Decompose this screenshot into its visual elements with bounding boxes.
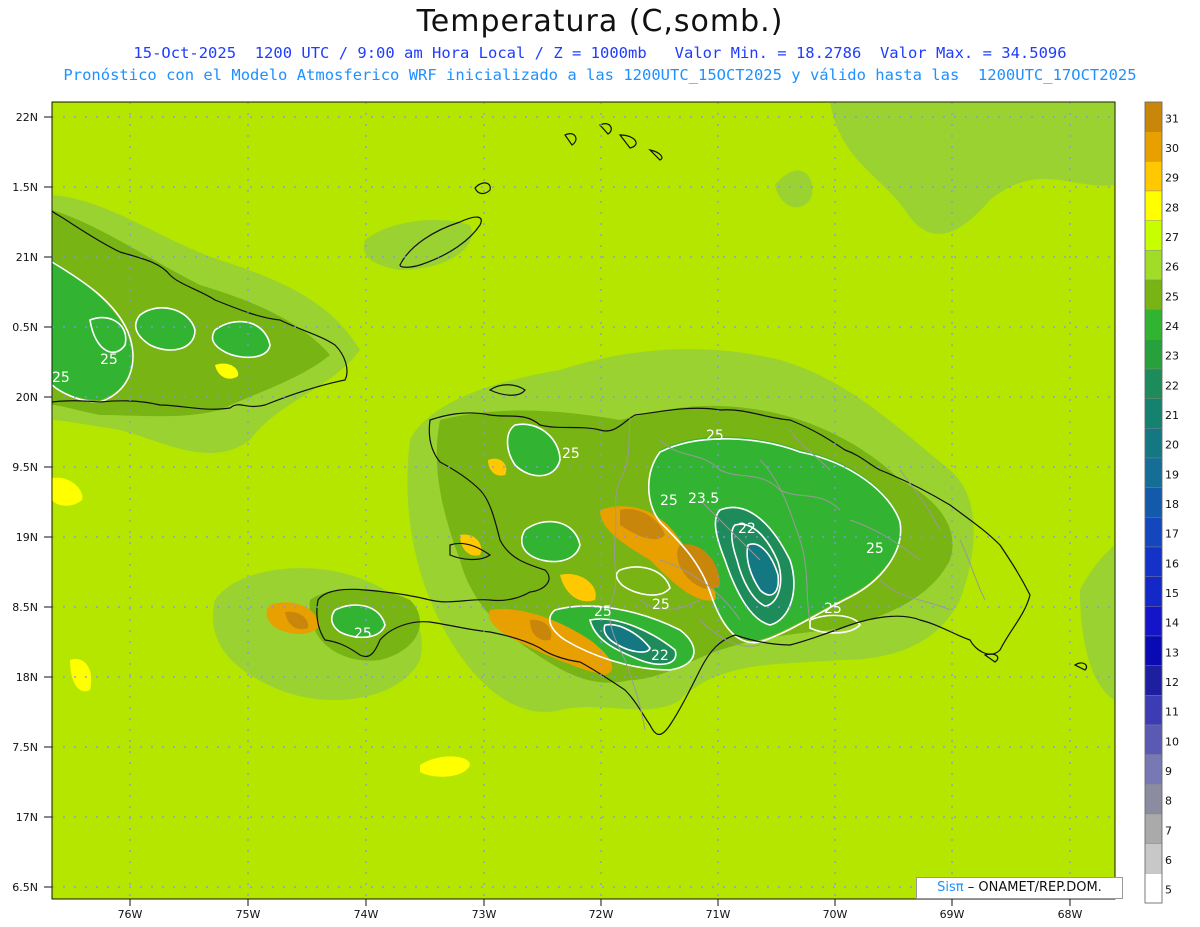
contour-label: 25 <box>594 604 612 620</box>
colorbar-label: 24 <box>1165 320 1179 333</box>
contour-label: 23.5 <box>688 491 719 507</box>
colorbar-swatch <box>1144 131 1163 162</box>
colorbar-label: 10 <box>1165 735 1179 748</box>
colorbar-swatch <box>1144 161 1163 192</box>
lat-tick-label: 17N <box>16 811 38 824</box>
lat-tick-label: 7.5N <box>12 741 38 754</box>
contour-label: 25 <box>660 493 678 509</box>
colorbar-label: 11 <box>1165 706 1179 719</box>
colorbar-swatch <box>1144 457 1163 488</box>
lat-tick-label: 8.5N <box>12 601 38 614</box>
lon-tick-label: 68W <box>1058 908 1083 921</box>
colorbar-label: 22 <box>1165 379 1179 392</box>
colorbar-label: 20 <box>1165 439 1179 452</box>
colorbar-label: 7 <box>1165 824 1172 837</box>
colorbar-swatch <box>1144 398 1163 429</box>
contour-label: 25 <box>52 370 70 386</box>
lon-tick-label: 73W <box>472 908 497 921</box>
colorbar-swatch <box>1144 665 1163 696</box>
colorbar: 31 30 29 28 27 26 25 24 23 22 21 20 19 18 17 16 15 14 13 12… <box>1144 101 1179 904</box>
colorbar-label: 16 <box>1165 557 1179 570</box>
contour-label: 25 <box>824 601 842 617</box>
colorbar-label: 13 <box>1165 646 1179 659</box>
colorbar-swatch <box>1144 101 1163 132</box>
lat-axis: 22N 1.5N 21N 0.5N 20N 9.5N 19N 8.5N 18N … <box>12 111 38 894</box>
temperature-map: 25 25 25 25 25 25 23.5 22 25 25 25 25 22… <box>12 101 1179 921</box>
colorbar-swatch <box>1144 546 1163 577</box>
colorbar-label: 25 <box>1165 290 1179 303</box>
colorbar-swatch <box>1144 339 1163 370</box>
colorbar-label: 28 <box>1165 201 1179 214</box>
lon-tick-label: 69W <box>940 908 965 921</box>
colorbar-label: 5 <box>1165 884 1172 897</box>
contour-label: 25 <box>354 626 372 642</box>
colorbar-label: 29 <box>1165 172 1179 185</box>
sispi-logo: Sisπ <box>937 880 964 895</box>
lon-tick-label: 72W <box>589 908 614 921</box>
lat-tick-label: 0.5N <box>12 321 38 334</box>
lon-tick-label: 70W <box>823 908 848 921</box>
contour-label: 25 <box>100 352 118 368</box>
colorbar-swatch <box>1144 606 1163 637</box>
colorbar-swatch <box>1144 487 1163 518</box>
lat-tick-label: 18N <box>16 671 38 684</box>
lat-tick-label: 1.5N <box>12 181 38 194</box>
credit-box: Sisπ – ONAMET/REP.DOM. <box>916 877 1123 899</box>
contour-label: 25 <box>866 541 884 557</box>
lat-ticks <box>44 116 52 888</box>
colorbar-label: 27 <box>1165 231 1179 244</box>
colorbar-label: 18 <box>1165 498 1179 511</box>
colorbar-label: 8 <box>1165 795 1172 808</box>
colorbar-swatch <box>1144 724 1163 755</box>
colorbar-swatch <box>1144 784 1163 815</box>
colorbar-swatch <box>1144 635 1163 666</box>
lon-tick-label: 71W <box>706 908 731 921</box>
contour-label: 22 <box>651 648 669 664</box>
colorbar-swatch <box>1144 309 1163 340</box>
colorbar-label: 12 <box>1165 676 1179 689</box>
colorbar-label: 14 <box>1165 617 1179 630</box>
lat-tick-label: 9.5N <box>12 461 38 474</box>
colorbar-swatch <box>1144 873 1163 904</box>
colorbar-label: 17 <box>1165 528 1179 541</box>
colorbar-label: 30 <box>1165 142 1179 155</box>
colorbar-swatch <box>1144 279 1163 310</box>
contour-label: 25 <box>706 428 724 444</box>
colorbar-swatch <box>1144 813 1163 844</box>
colorbar-label: 23 <box>1165 350 1179 363</box>
colorbar-label: 21 <box>1165 409 1179 422</box>
colorbar-label: 31 <box>1165 112 1179 125</box>
colorbar-label: 26 <box>1165 261 1179 274</box>
lat-tick-label: 21N <box>16 251 38 264</box>
colorbar-swatch <box>1144 220 1163 251</box>
colorbar-label: 9 <box>1165 765 1172 778</box>
lon-tick-label: 76W <box>118 908 143 921</box>
colorbar-swatch <box>1144 695 1163 726</box>
contour-label: 25 <box>562 446 580 462</box>
colorbar-label: 19 <box>1165 468 1179 481</box>
colorbar-swatch <box>1144 754 1163 785</box>
lat-tick-label: 6.5N <box>12 881 38 894</box>
lat-tick-label: 20N <box>16 391 38 404</box>
lat-tick-label: 19N <box>16 531 38 544</box>
colorbar-swatch <box>1144 190 1163 221</box>
lon-ticks <box>129 899 1071 906</box>
colorbar-swatch <box>1144 428 1163 459</box>
lon-axis: 76W 75W 74W 73W 72W 71W 70W 69W 68W <box>118 908 1083 921</box>
colorbar-swatch <box>1144 576 1163 607</box>
colorbar-swatch <box>1144 843 1163 874</box>
colorbar-label: 6 <box>1165 854 1172 867</box>
lon-tick-label: 74W <box>354 908 379 921</box>
lat-tick-label: 22N <box>16 111 38 124</box>
lon-tick-label: 75W <box>236 908 261 921</box>
colorbar-label: 15 <box>1165 587 1179 600</box>
colorbar-swatch <box>1144 517 1163 548</box>
colorbar-swatch <box>1144 250 1163 281</box>
colorbar-swatch <box>1144 368 1163 399</box>
contour-label: 22 <box>738 521 756 537</box>
credit-org: – ONAMET/REP.DOM. <box>967 880 1102 895</box>
contour-label: 25 <box>652 597 670 613</box>
